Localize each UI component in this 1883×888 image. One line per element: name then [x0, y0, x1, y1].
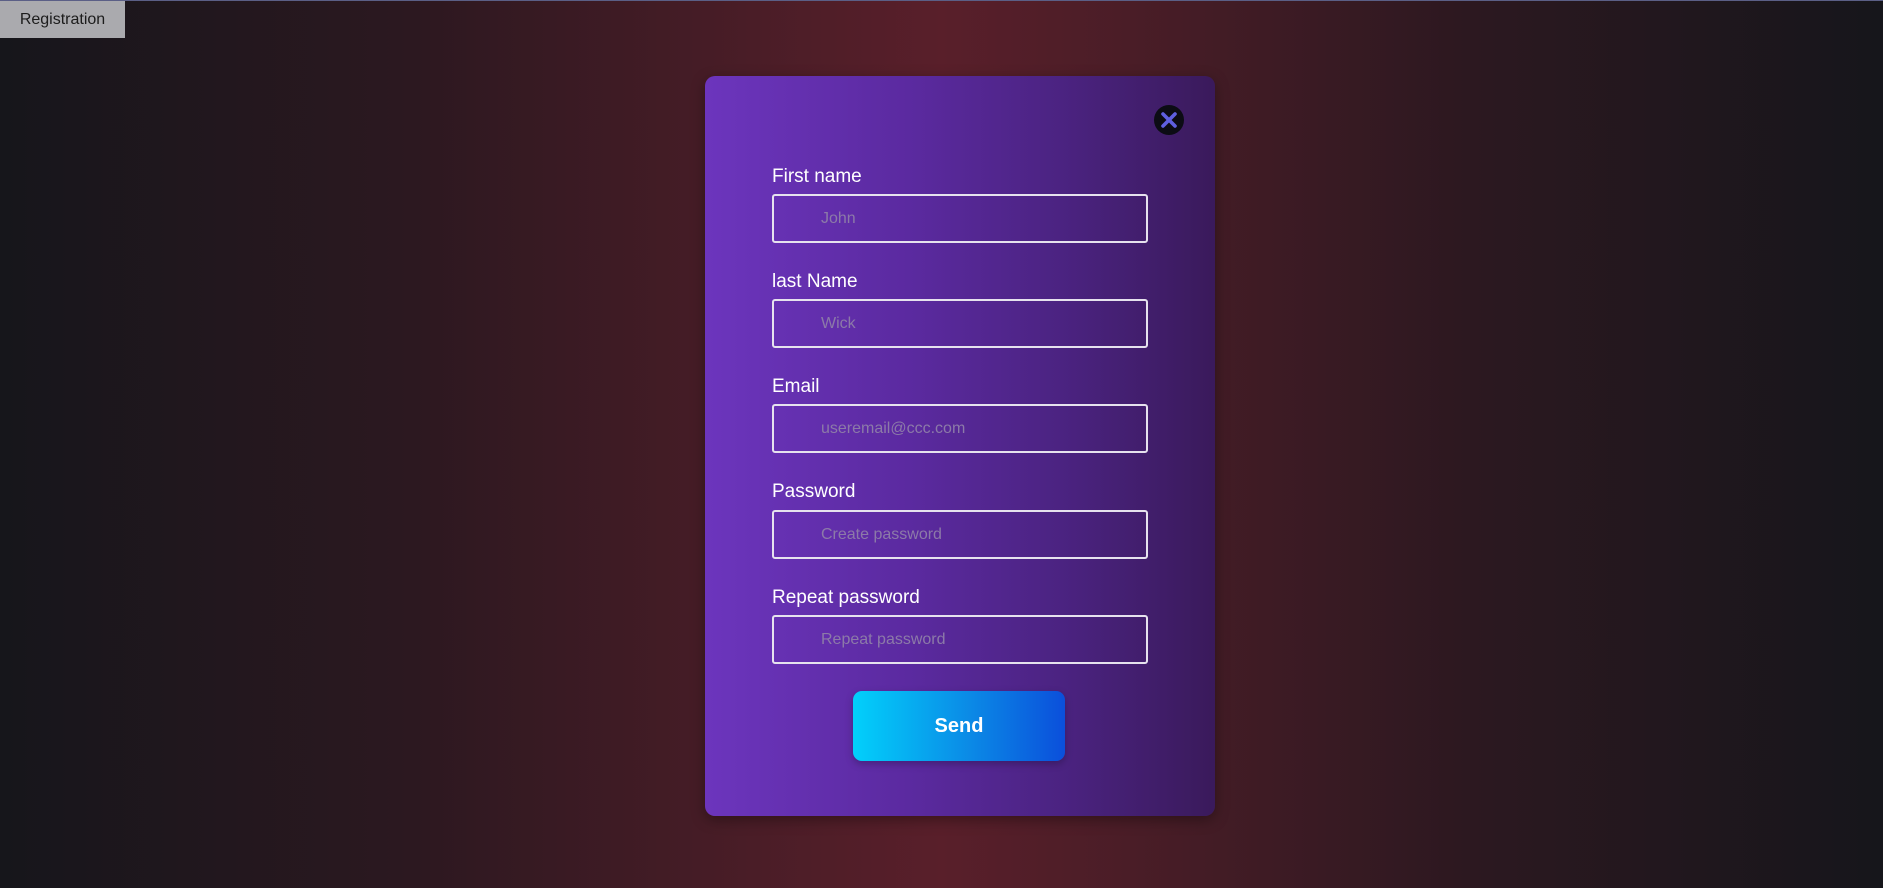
password-label: Password: [772, 481, 856, 502]
top-border-line: [0, 0, 1883, 1]
first-name-label: First name: [772, 166, 862, 187]
registration-tab-button[interactable]: Registration: [0, 1, 125, 38]
last-name-input[interactable]: [772, 299, 1148, 348]
repeat-password-input[interactable]: [772, 615, 1148, 664]
close-button[interactable]: [1154, 105, 1184, 135]
last-name-label: last Name: [772, 271, 858, 292]
registration-modal: First name last Name Email Password Repe…: [705, 76, 1215, 816]
send-button[interactable]: Send: [853, 691, 1065, 761]
first-name-input[interactable]: [772, 194, 1148, 243]
password-input[interactable]: [772, 510, 1148, 559]
repeat-password-label: Repeat password: [772, 587, 920, 608]
email-input[interactable]: [772, 404, 1148, 453]
close-icon: [1161, 112, 1177, 128]
email-label: Email: [772, 376, 820, 397]
